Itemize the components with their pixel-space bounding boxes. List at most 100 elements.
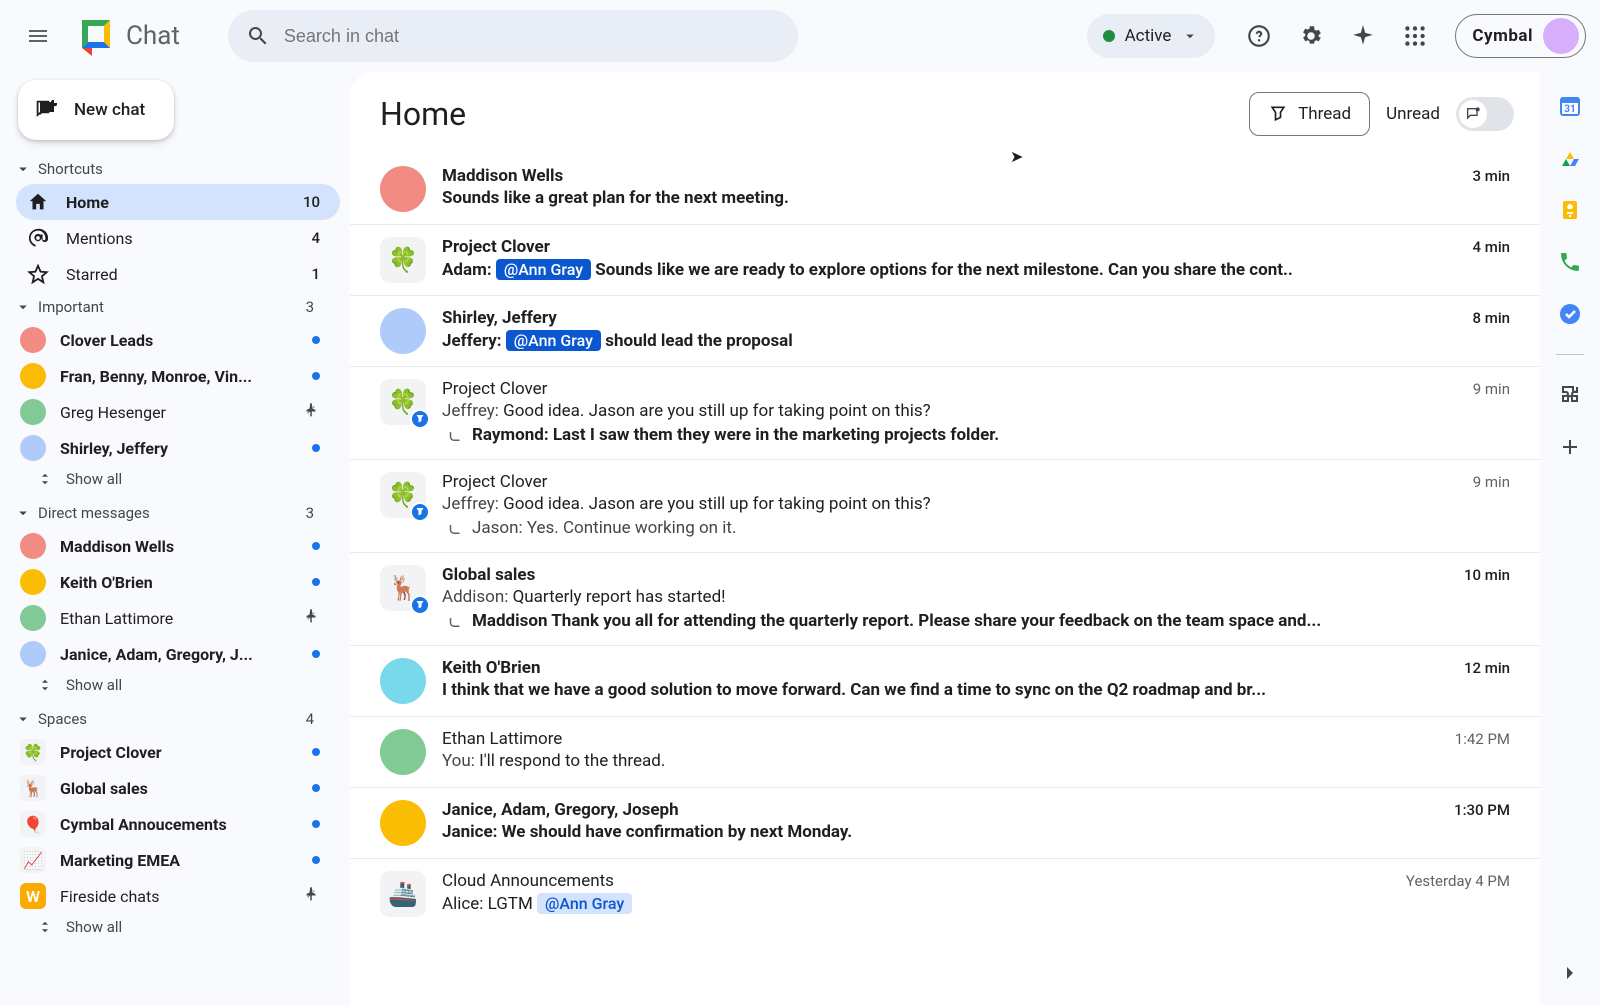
conversation-avatar: 🦌: [380, 565, 426, 611]
expand-icon: [36, 676, 54, 694]
conversation-time: 10 min: [1464, 566, 1510, 584]
reply-arrow-icon: [446, 429, 464, 447]
sidebar-item[interactable]: WFireside chats: [16, 878, 340, 914]
account-switcher[interactable]: Cymbal: [1455, 14, 1586, 58]
pin-icon: [302, 885, 320, 907]
brand-label: Cymbal: [1472, 26, 1533, 46]
conversation-row[interactable]: 🦌Global sales10 minAddison: Quarterly re…: [350, 553, 1540, 646]
conversation-row[interactable]: Janice, Adam, Gregory, Joseph1:30 PMJani…: [350, 788, 1540, 859]
pin-icon: [302, 401, 320, 423]
conversation-avatar: [380, 729, 426, 775]
conversation-avatar: 🚢: [380, 871, 426, 917]
app-name: Chat: [126, 21, 180, 51]
menu-button[interactable]: [14, 12, 62, 60]
sidebar-item-home[interactable]: Home 10: [16, 184, 340, 220]
caret-down-icon: [14, 298, 32, 316]
sidebar-item-label: Ethan Lattimore: [60, 609, 288, 628]
conversation-reply: Maddison Thank you all for attending the…: [442, 611, 1510, 633]
conversation-row[interactable]: Ethan Lattimore1:42 PMYou: I'll respond …: [350, 717, 1540, 788]
add-button[interactable]: [1558, 435, 1582, 459]
conversation-reply: Raymond: Last I saw them they were in th…: [442, 425, 1510, 447]
sidebar-item[interactable]: Keith O'Brien: [16, 564, 340, 600]
keep-button[interactable]: [1558, 198, 1582, 222]
sidebar-item[interactable]: Fran, Benny, Monroe, Vin...: [16, 358, 340, 394]
conversation-preview: Janice: We should have confirmation by n…: [442, 822, 1510, 842]
app-logo[interactable]: Chat: [74, 14, 180, 58]
shortcuts-header[interactable]: Shortcuts: [0, 154, 350, 184]
status-dot-icon: [1103, 30, 1115, 42]
collapse-rail-button[interactable]: [1558, 961, 1582, 985]
conversation-time: 1:42 PM: [1455, 730, 1510, 748]
conversation-row[interactable]: 🚢Cloud AnnouncementsYesterday 4 PMAlice:…: [350, 859, 1540, 929]
sidebar-item[interactable]: 🎈Cymbal Annoucements: [16, 806, 340, 842]
conversation-row[interactable]: Keith O'Brien 12 min I think that we have …: [350, 646, 1540, 717]
unread-toggle[interactable]: [1456, 97, 1514, 131]
drive-button[interactable]: [1558, 146, 1582, 170]
thread-filter-button[interactable]: Thread: [1249, 92, 1370, 136]
sparkle-icon: [1350, 23, 1376, 49]
conversation-row[interactable]: Shirley, Jeffery8 minJeffery: @Ann Gray …: [350, 296, 1540, 367]
sidebar-item[interactable]: 📈Marketing EMEA: [16, 842, 340, 878]
chevron-right-icon: [1558, 961, 1582, 985]
conversation-time: 9 min: [1473, 380, 1510, 398]
rail-divider: [1556, 354, 1584, 355]
home-icon: [27, 191, 49, 213]
pin-icon: [302, 607, 320, 629]
conversation-preview: Adam: @Ann Gray Sounds like we are ready…: [442, 259, 1510, 280]
mention-chip: @Ann Gray: [537, 893, 632, 914]
conversation-row[interactable]: 🍀Project Clover9 minJeffrey: Good idea. …: [350, 460, 1540, 553]
search-input[interactable]: [284, 26, 780, 47]
sidebar-item-starred[interactable]: Starred 1: [16, 256, 340, 292]
main-header: Home Thread Unread: [350, 92, 1540, 146]
sidebar-item-mentions[interactable]: Mentions 4: [16, 220, 340, 256]
mention-chip: @Ann Gray: [496, 259, 591, 280]
sidebar-item-label: Shirley, Jeffery: [60, 439, 298, 458]
unread-dot-icon: [312, 336, 320, 344]
keep-icon: [1558, 198, 1582, 222]
spaces-header[interactable]: Spaces 4: [0, 704, 350, 734]
new-chat-label: New chat: [74, 100, 145, 120]
conversation-title: Keith O'Brien: [442, 658, 541, 678]
sidebar-item[interactable]: Shirley, Jeffery: [16, 430, 340, 466]
sidebar-item[interactable]: Maddison Wells: [16, 528, 340, 564]
app-header: Chat Active Cymbal: [0, 0, 1600, 72]
show-all-spaces[interactable]: Show all: [0, 914, 350, 946]
conversation-preview: Jeffrey: Good idea. Jason are you still …: [442, 401, 1510, 421]
conversation-preview: Sounds like a great plan for the next me…: [442, 188, 1510, 208]
sidebar-item[interactable]: Greg Hesenger: [16, 394, 340, 430]
conversation-row[interactable]: 🍀Project Clover4 minAdam: @Ann Gray Soun…: [350, 225, 1540, 296]
new-chat-icon: [36, 98, 60, 122]
settings-button[interactable]: [1289, 14, 1333, 58]
sidebar-item[interactable]: Ethan Lattimore: [16, 600, 340, 636]
gemini-button[interactable]: [1341, 14, 1385, 58]
addons-button[interactable]: [1558, 383, 1582, 407]
conversation-row[interactable]: Maddison Wells3 minSounds like a great p…: [350, 154, 1540, 225]
unread-dot-icon: [312, 542, 320, 550]
tasks-button[interactable]: [1558, 302, 1582, 326]
conversation-row[interactable]: 🍀Project Clover9 minJeffrey: Good idea. …: [350, 367, 1540, 460]
sidebar-item[interactable]: 🦌Global sales: [16, 770, 340, 806]
conversation-preview: You: I'll respond to the thread.: [442, 751, 1510, 771]
show-all-important[interactable]: Show all: [0, 466, 350, 498]
status-selector[interactable]: Active: [1087, 14, 1216, 58]
sidebar-item-label: Janice, Adam, Gregory, J...: [60, 645, 298, 664]
search-bar[interactable]: [228, 10, 798, 62]
conversation-time: 12 min: [1464, 659, 1510, 677]
side-panel-rail: 31: [1540, 72, 1600, 1005]
apps-button[interactable]: [1393, 14, 1437, 58]
sidebar-item[interactable]: Janice, Adam, Gregory, J...: [16, 636, 340, 672]
sidebar-item[interactable]: 🍀Project Clover: [16, 734, 340, 770]
dms-header[interactable]: Direct messages 3: [0, 498, 350, 528]
help-button[interactable]: [1237, 14, 1281, 58]
sidebar-item[interactable]: Clover Leads: [16, 322, 340, 358]
conversation-avatar: [380, 308, 426, 354]
voice-button[interactable]: [1558, 250, 1582, 274]
conversation-avatar: [380, 166, 426, 212]
important-header[interactable]: Important 3: [0, 292, 350, 322]
calendar-button[interactable]: 31: [1558, 94, 1582, 118]
at-icon: [27, 227, 49, 249]
conversation-title: Shirley, Jeffery: [442, 308, 557, 328]
new-chat-button[interactable]: New chat: [18, 80, 174, 140]
conversation-preview: I think that we have a good solution to …: [442, 680, 1510, 700]
show-all-dms[interactable]: Show all: [0, 672, 350, 704]
